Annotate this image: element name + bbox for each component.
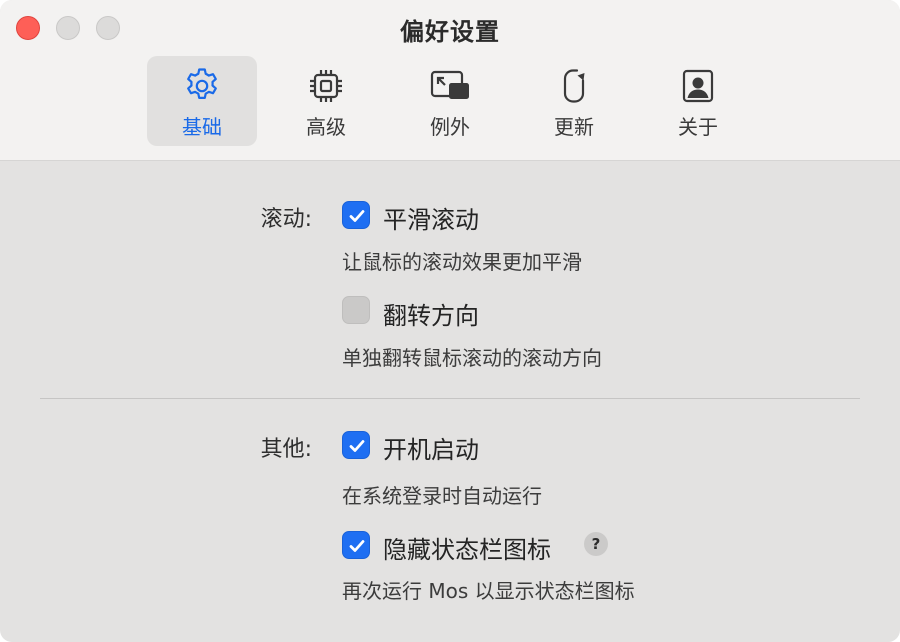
tab-about-label: 关于 <box>678 115 718 139</box>
toolbar: 偏好设置 基础 高级 例外 更新 关于 <box>0 0 900 161</box>
checkmark-icon <box>349 540 365 552</box>
checkmark-icon <box>349 440 365 452</box>
window-title: 偏好设置 <box>400 18 500 46</box>
tab-advanced[interactable]: 高级 <box>271 56 381 146</box>
tab-exceptions-label: 例外 <box>430 115 470 139</box>
checkmark-icon <box>349 210 365 222</box>
smooth-scroll-label[interactable]: 平滑滚动 <box>383 200 479 235</box>
cpu-chip-icon <box>310 70 342 102</box>
launch-at-login-checkbox[interactable] <box>342 431 370 459</box>
tab-exceptions[interactable]: 例外 <box>395 56 505 146</box>
refresh-icon <box>563 69 585 103</box>
gear-icon <box>187 68 217 99</box>
other-section-label: 其他: <box>260 437 312 462</box>
window-exception-icon <box>430 70 469 99</box>
tab-basic-label: 基础 <box>182 115 222 139</box>
hide-status-icon-checkbox[interactable] <box>342 531 370 559</box>
person-card-icon <box>682 69 714 103</box>
reverse-direction-label[interactable]: 翻转方向 <box>383 296 479 331</box>
preferences-content: 滚动: 平滑滚动 让鼠标的滚动效果更加平滑 翻转方向 单独翻转鼠标滚动的滚动方向… <box>0 161 900 642</box>
reverse-direction-description: 单独翻转鼠标滚动的滚动方向 <box>342 346 602 370</box>
reverse-direction-checkbox[interactable] <box>342 296 370 324</box>
help-button[interactable]: ? <box>584 532 608 556</box>
preferences-window: 偏好设置 基础 高级 例外 更新 关于 滚动: 平滑滚动 让鼠标的滚动效果更加平… <box>0 0 900 642</box>
smooth-scroll-checkbox[interactable] <box>342 201 370 229</box>
smooth-scroll-description: 让鼠标的滚动效果更加平滑 <box>342 250 582 274</box>
hide-status-icon-label[interactable]: 隐藏状态栏图标 <box>383 530 551 565</box>
tab-update-label: 更新 <box>554 115 594 139</box>
hide-status-icon-description: 再次运行 Mos 以显示状态栏图标 <box>342 579 635 603</box>
scroll-section-label: 滚动: <box>260 207 312 232</box>
launch-at-login-label[interactable]: 开机启动 <box>383 430 479 465</box>
section-divider <box>40 398 860 399</box>
tab-about[interactable]: 关于 <box>643 56 753 146</box>
tab-basic[interactable]: 基础 <box>147 56 257 146</box>
tab-update[interactable]: 更新 <box>519 56 629 146</box>
tab-advanced-label: 高级 <box>306 115 346 139</box>
launch-at-login-description: 在系统登录时自动运行 <box>342 484 542 508</box>
